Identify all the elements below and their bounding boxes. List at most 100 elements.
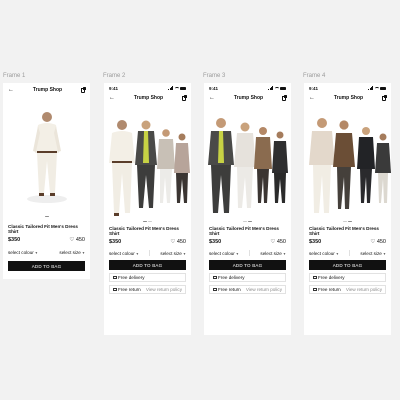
add-to-bag-button[interactable]: ADD TO BAG <box>209 260 286 270</box>
return-row: Free return View return policy <box>309 285 386 294</box>
likes-control[interactable]: ♡ 450 <box>170 239 186 245</box>
likes-count: 450 <box>176 239 186 245</box>
heart-icon[interactable]: ♡ <box>170 239 175 245</box>
add-to-bag-button[interactable]: ADD TO BAG <box>109 260 186 270</box>
shopping-bag-icon[interactable] <box>181 95 188 101</box>
select-size[interactable]: select size▼ <box>160 251 186 256</box>
chevron-down-icon: ▼ <box>282 251 286 256</box>
chevron-down-icon: ▼ <box>34 251 38 255</box>
select-colour-label: select colour <box>309 250 335 256</box>
arrow-left-icon[interactable]: ← <box>309 95 315 101</box>
price-row: $350 ♡ 450 <box>3 237 90 243</box>
system-icons <box>168 86 186 90</box>
select-row: select colour▼ select size▼ <box>204 250 291 256</box>
shopping-bag-icon[interactable] <box>381 95 388 101</box>
select-colour[interactable]: select colour▼ <box>8 250 38 255</box>
wifi-icon <box>374 86 379 90</box>
product-name: Classic Tailored Fit Men's Dress Shirt <box>209 226 279 236</box>
model-figure <box>157 129 175 203</box>
product-image[interactable] <box>104 103 191 220</box>
product-price: $350 <box>8 237 21 243</box>
chevron-down-icon: ▼ <box>335 251 339 256</box>
signal-icon <box>368 86 373 90</box>
select-size[interactable]: select size▼ <box>360 251 386 256</box>
system-icons <box>268 86 286 90</box>
divider <box>349 250 350 256</box>
add-to-bag-button[interactable]: ADD TO BAG <box>309 260 386 270</box>
shopping-bag-icon[interactable] <box>80 87 87 93</box>
add-to-bag-button[interactable]: ADD TO BAG <box>8 261 85 271</box>
chevron-down-icon: ▼ <box>182 251 186 256</box>
return-policy-link[interactable]: View return policy <box>246 287 282 292</box>
price-row: $350 ♡ 450 <box>204 239 291 245</box>
arrow-left-icon[interactable]: ← <box>109 95 115 101</box>
likes-count: 450 <box>276 239 286 245</box>
shopping-bag-icon[interactable] <box>281 95 288 101</box>
select-row: select colour▼ select size▼ <box>304 250 391 256</box>
truck-icon <box>113 276 117 279</box>
chevron-down-icon: ▼ <box>81 251 85 255</box>
status-time: 9:41 <box>109 85 119 91</box>
return-policy-link[interactable]: View return policy <box>146 287 182 292</box>
product-name: Classic Tailored Fit Men's Dress Shirt <box>309 226 379 236</box>
delivery-label: Free delivery <box>218 275 245 280</box>
return-row: Free return View return policy <box>109 285 186 294</box>
frame-label: Frame 2 <box>103 73 126 79</box>
select-size[interactable]: select size▼ <box>59 250 85 255</box>
app-title: Trump Shop <box>233 95 264 101</box>
heart-icon[interactable]: ♡ <box>370 239 375 245</box>
model-figure <box>109 120 135 216</box>
model-figure <box>357 127 375 203</box>
divider <box>149 250 150 256</box>
price-row: $350 ♡ 450 <box>104 239 191 245</box>
phone-frame-3: 9:41 ← Trump Shop Classic Tailored Fit M… <box>204 83 291 335</box>
likes-count: 450 <box>75 237 85 243</box>
heart-icon[interactable]: ♡ <box>270 239 275 245</box>
phone-frame-1: ← Trump Shop Classic Tailored Fit Men's … <box>3 83 90 279</box>
arrow-left-icon[interactable]: ← <box>209 95 215 101</box>
model-figure <box>272 131 288 203</box>
wifi-icon <box>274 86 279 90</box>
model-figure <box>234 122 256 208</box>
truck-icon <box>313 276 317 279</box>
frame-label: Frame 3 <box>203 73 226 79</box>
select-colour[interactable]: select colour▼ <box>209 251 239 256</box>
battery-icon <box>180 86 186 90</box>
app-title: Trump Shop <box>133 95 164 101</box>
model-figure <box>33 112 61 196</box>
frame-label: Frame 1 <box>3 73 26 79</box>
likes-control[interactable]: ♡ 450 <box>370 239 386 245</box>
select-colour-label: select colour <box>8 250 34 255</box>
select-colour[interactable]: select colour▼ <box>309 251 339 256</box>
product-price: $350 <box>309 239 322 245</box>
product-image[interactable] <box>204 103 291 220</box>
status-bar: 9:41 <box>204 83 291 93</box>
select-colour-label: select colour <box>209 250 235 256</box>
status-bar: 9:41 <box>104 83 191 93</box>
carousel-indicator <box>204 221 291 223</box>
delivery-row: Free delivery <box>209 273 286 282</box>
model-figure <box>333 120 355 209</box>
delivery-label: Free delivery <box>118 275 145 280</box>
app-bar: ← Trump Shop <box>204 93 291 103</box>
phone-frame-2: 9:41 ← Trump Shop Classic Tailored Fit M… <box>104 83 191 335</box>
chevron-down-icon: ▼ <box>382 251 386 256</box>
model-figure <box>208 118 234 213</box>
arrow-left-icon[interactable]: ← <box>8 87 14 93</box>
carousel-indicator <box>3 216 90 218</box>
product-name: Classic Tailored Fit Men's Dress Shirt <box>109 226 179 236</box>
signal-icon <box>268 86 273 90</box>
chevron-down-icon: ▼ <box>235 251 239 256</box>
product-image[interactable] <box>304 103 391 220</box>
heart-icon[interactable]: ♡ <box>69 237 74 243</box>
app-title: Trump Shop <box>32 87 63 93</box>
select-colour[interactable]: select colour▼ <box>109 251 139 256</box>
select-size[interactable]: select size▼ <box>260 251 286 256</box>
product-image[interactable] <box>3 95 90 215</box>
likes-control[interactable]: ♡ 450 <box>69 237 85 243</box>
wifi-icon <box>174 86 179 90</box>
return-policy-link[interactable]: View return policy <box>346 287 382 292</box>
likes-control[interactable]: ♡ 450 <box>270 239 286 245</box>
model-photo <box>208 118 288 213</box>
phone-frame-4: 9:41 ← Trump Shop Classic Tailored Fit M… <box>304 83 391 335</box>
